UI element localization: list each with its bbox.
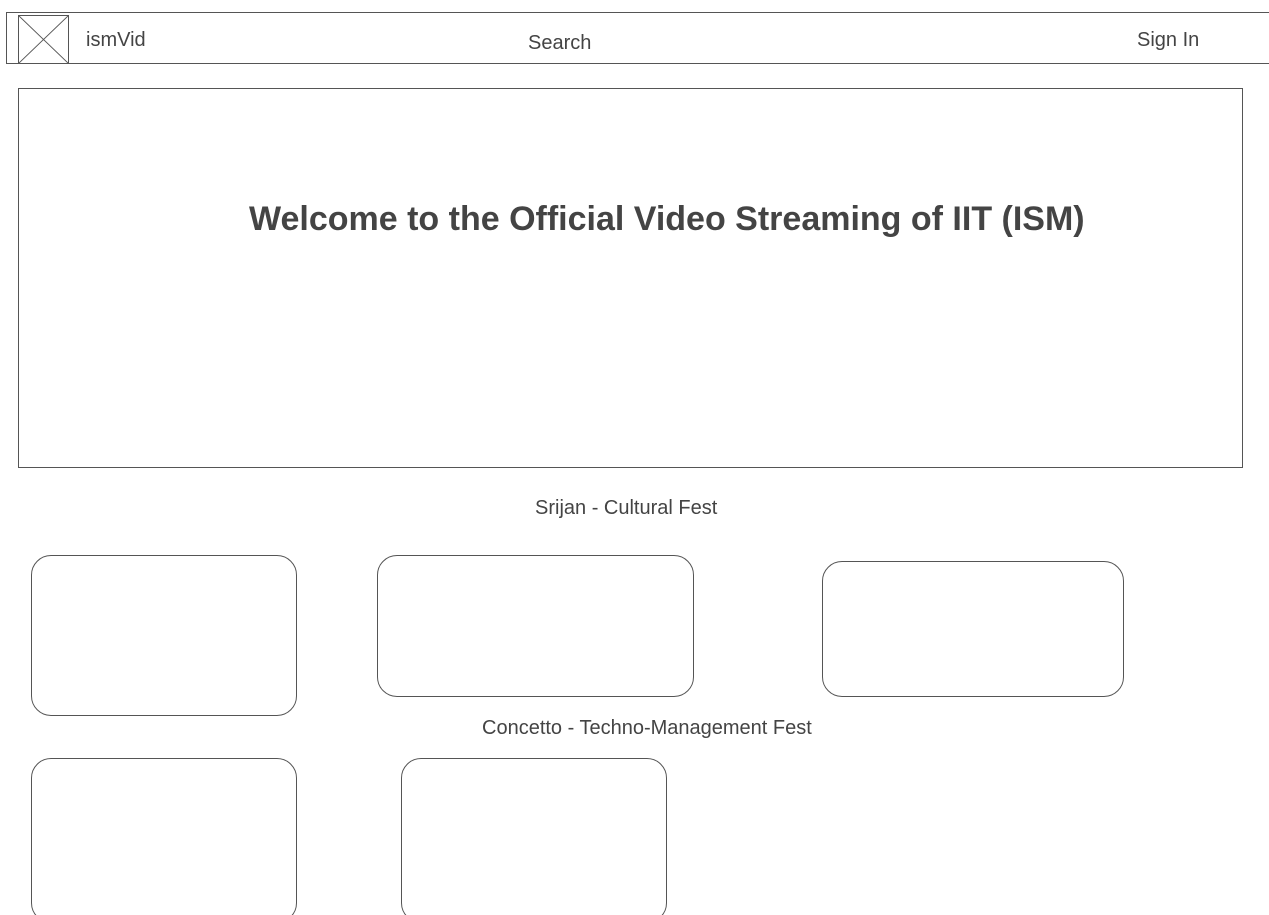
brand-name[interactable]: ismVid (86, 28, 146, 52)
hero-banner: Welcome to the Official Video Streaming … (18, 88, 1243, 468)
search-link[interactable]: Search (528, 31, 591, 55)
video-card[interactable] (31, 555, 297, 716)
sign-in-link[interactable]: Sign In (1137, 28, 1199, 52)
video-card[interactable] (401, 758, 667, 915)
video-card[interactable] (31, 758, 297, 915)
image-placeholder-icon[interactable] (18, 15, 69, 64)
hero-title: Welcome to the Official Video Streaming … (249, 200, 1085, 238)
video-card[interactable] (822, 561, 1124, 697)
video-card[interactable] (377, 555, 694, 697)
section-heading-srijan: Srijan - Cultural Fest (535, 497, 718, 519)
page: ismVid Search Sign In Welcome to the Off… (0, 0, 1269, 915)
top-navbar: ismVid Search Sign In (6, 12, 1269, 64)
section-heading-concetto: Concetto - Techno-Management Fest (482, 717, 812, 739)
